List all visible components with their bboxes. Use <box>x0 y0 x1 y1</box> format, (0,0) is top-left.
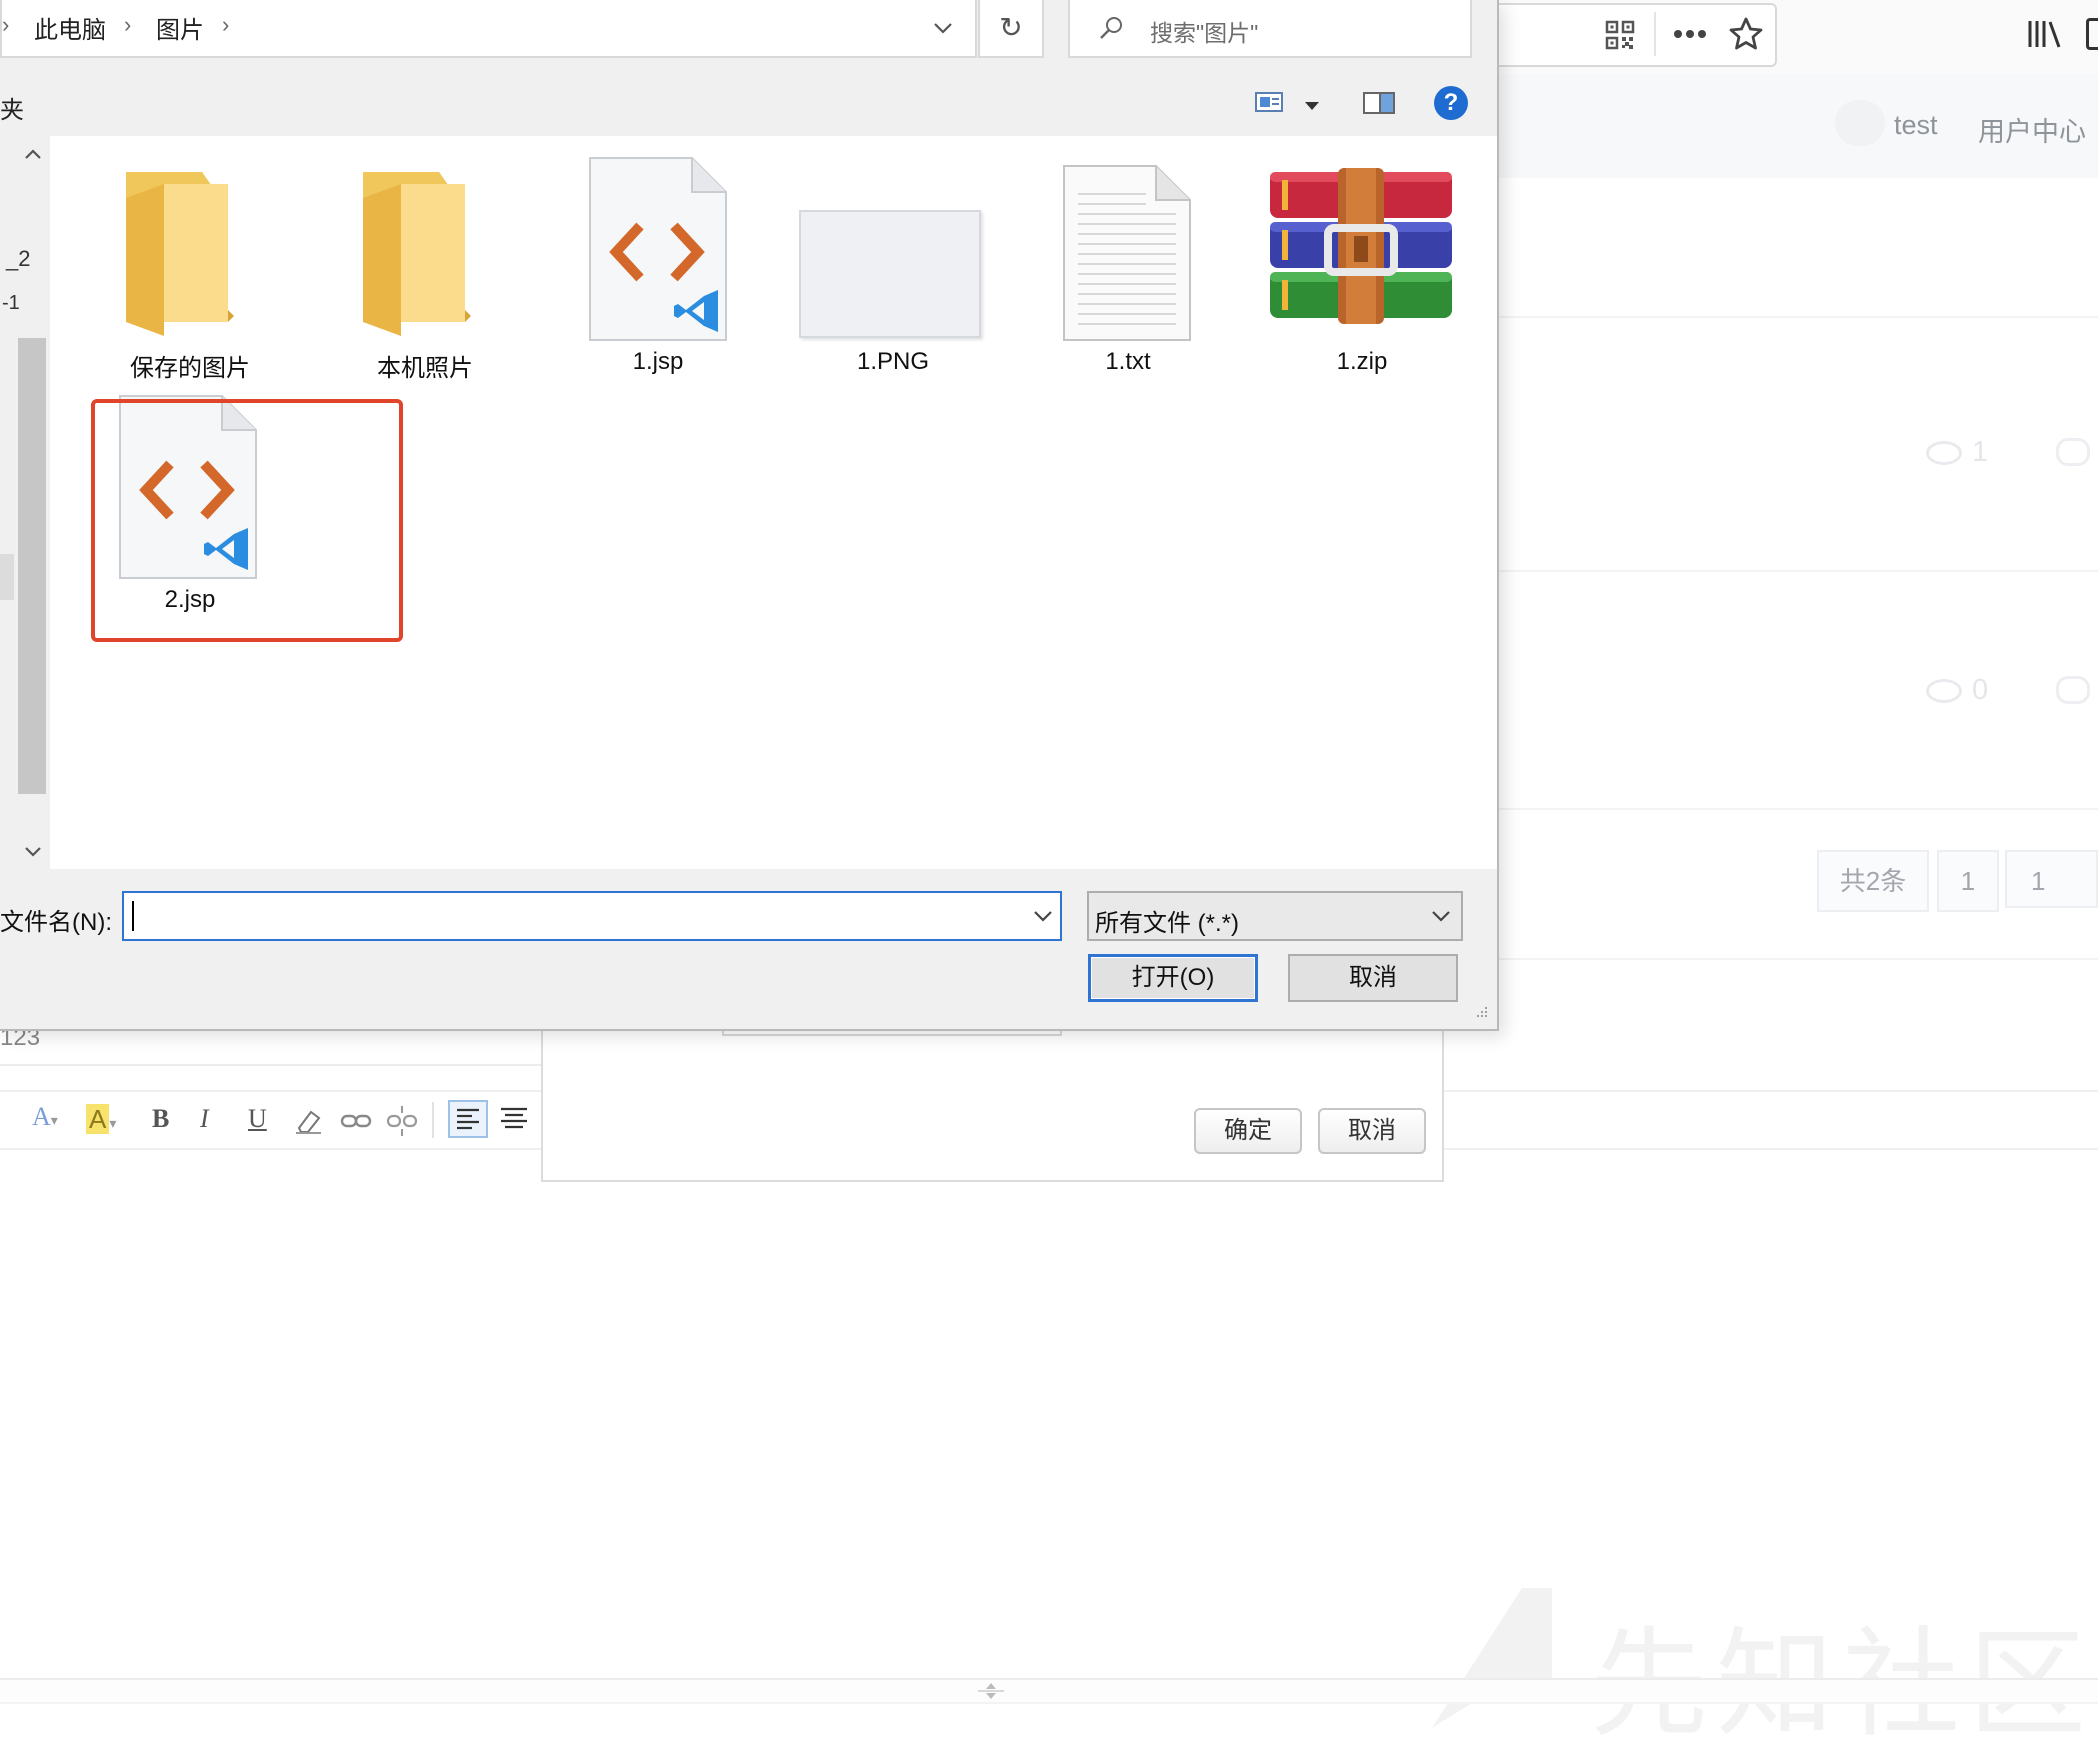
breadcrumb-chevron-icon: › <box>124 12 132 37</box>
highlight-color-icon[interactable]: A ▾ <box>86 1104 116 1135</box>
search-pill <box>1835 100 1885 146</box>
left-pane-label: 夹 <box>0 97 24 124</box>
row-divider <box>1497 570 2098 572</box>
underline-icon[interactable]: U <box>248 1104 267 1134</box>
watermark-logo <box>1432 1588 1552 1728</box>
filetype-select[interactable]: 所有文件 (*.*) <box>1087 891 1463 941</box>
view-dropdown-icon[interactable] <box>1304 98 1320 110</box>
breadcrumb-this-pc[interactable]: 此电脑 <box>34 10 106 45</box>
cancel-button[interactable]: 取消 <box>1318 1108 1426 1154</box>
file-name: 本机照片 <box>377 355 473 382</box>
open-button[interactable]: 打开(O) <box>1088 954 1258 1002</box>
search-icon <box>1098 14 1126 42</box>
breadcrumb-chevron-icon: › <box>222 12 230 37</box>
file-name: 1.jsp <box>632 348 684 375</box>
star-icon[interactable] <box>1728 16 1764 52</box>
filetype-value: 所有文件 (*.*) <box>1095 910 1239 937</box>
font-color-icon[interactable]: A▾ <box>32 1102 58 1132</box>
eraser-icon[interactable] <box>293 1106 323 1136</box>
pagination-total: 共2条 <box>1817 850 1929 912</box>
vertical-divider <box>1654 12 1656 56</box>
address-dropdown-icon[interactable] <box>932 20 954 36</box>
preview-pane-icon[interactable] <box>1362 90 1396 116</box>
sidebar-icon[interactable] <box>2086 18 2098 50</box>
jsp-file-icon <box>588 156 728 342</box>
file-item[interactable]: 1.txt <box>1018 150 1238 380</box>
link-icon[interactable] <box>340 1108 372 1134</box>
eye-icon <box>1926 679 1962 704</box>
file-name: 保存的图片 <box>130 355 250 382</box>
bold-icon[interactable]: B <box>152 1104 169 1134</box>
file-item[interactable]: 保存的图片 <box>80 150 300 382</box>
row-divider <box>1497 316 2098 318</box>
file-name: 1.txt <box>1105 348 1151 375</box>
resize-grip-icon[interactable] <box>1472 1004 1490 1022</box>
scroll-down-icon[interactable] <box>22 844 44 860</box>
toolbar-separator <box>432 1102 434 1138</box>
views-count: 0 <box>1926 674 1988 707</box>
views-count: 1 <box>1926 436 1988 469</box>
comment-icon <box>2056 676 2090 704</box>
comment-icon <box>2056 438 2090 466</box>
file-name: 1.PNG <box>856 348 930 375</box>
address-bar[interactable] <box>0 0 977 58</box>
eye-icon <box>1926 441 1962 466</box>
align-center-icon[interactable] <box>496 1102 532 1136</box>
filename-dropdown-icon[interactable] <box>1032 908 1054 924</box>
pagination-jump-input[interactable]: 1 <box>2005 850 2098 908</box>
pagination-page[interactable]: 1 <box>1937 850 1999 912</box>
filename-label: 文件名(N): <box>0 909 112 936</box>
page-bottom-divider <box>0 1678 2098 1704</box>
nav-pane-fragment: _2 <box>6 246 31 271</box>
align-left-icon[interactable] <box>448 1100 488 1138</box>
text-cursor <box>132 901 134 931</box>
file-name: 1.zip <box>1336 348 1388 375</box>
scroll-up-icon[interactable] <box>22 146 44 162</box>
refresh-button[interactable]: ↻ <box>978 0 1044 58</box>
cancel-button[interactable]: 取消 <box>1288 954 1458 1002</box>
italic-icon[interactable]: I <box>200 1104 209 1134</box>
archive-file-icon <box>1266 166 1456 326</box>
nav-pane-fragment: -1 <box>2 292 20 314</box>
row-divider <box>1497 958 2098 960</box>
library-icon[interactable] <box>2026 17 2062 51</box>
folder-icon <box>124 170 250 336</box>
nav-link-test[interactable]: test <box>1894 110 1938 141</box>
search-box[interactable] <box>1068 0 1472 58</box>
editor-divider <box>0 1064 542 1066</box>
filename-input[interactable] <box>122 891 1062 941</box>
more-icon[interactable] <box>1672 22 1708 46</box>
view-mode-icon[interactable] <box>1254 90 1284 114</box>
breadcrumb-chevron-icon: › <box>2 12 10 37</box>
nav-pane-selection <box>0 554 14 600</box>
highlight-box <box>91 399 403 642</box>
file-item[interactable]: 1.zip <box>1252 150 1472 380</box>
image-thumbnail <box>799 210 981 338</box>
file-item[interactable]: 1.PNG <box>783 150 1003 380</box>
file-item[interactable]: 本机照片 <box>315 150 535 382</box>
scroll-thumb[interactable] <box>18 338 46 794</box>
file-item[interactable]: 1.jsp <box>548 150 768 380</box>
text-file-icon <box>1062 164 1192 342</box>
watermark-text: 先知社区 <box>1590 1588 2094 1759</box>
breadcrumb-pictures[interactable]: 图片 <box>156 10 204 45</box>
refresh-icon: ↻ <box>999 12 1023 43</box>
help-icon[interactable]: ? <box>1434 86 1468 120</box>
filetype-dropdown-icon[interactable] <box>1430 908 1452 924</box>
search-placeholder: 搜索"图片" <box>1150 20 1259 46</box>
confirm-button[interactable]: 确定 <box>1194 1108 1302 1154</box>
row-divider <box>1497 808 2098 810</box>
resize-handle-icon[interactable] <box>976 1681 1006 1701</box>
folder-icon <box>361 170 487 336</box>
qr-code-icon[interactable] <box>1605 20 1635 50</box>
unlink-icon[interactable] <box>386 1104 418 1138</box>
nav-link-user-center[interactable]: 用户中心 <box>1978 110 2086 149</box>
